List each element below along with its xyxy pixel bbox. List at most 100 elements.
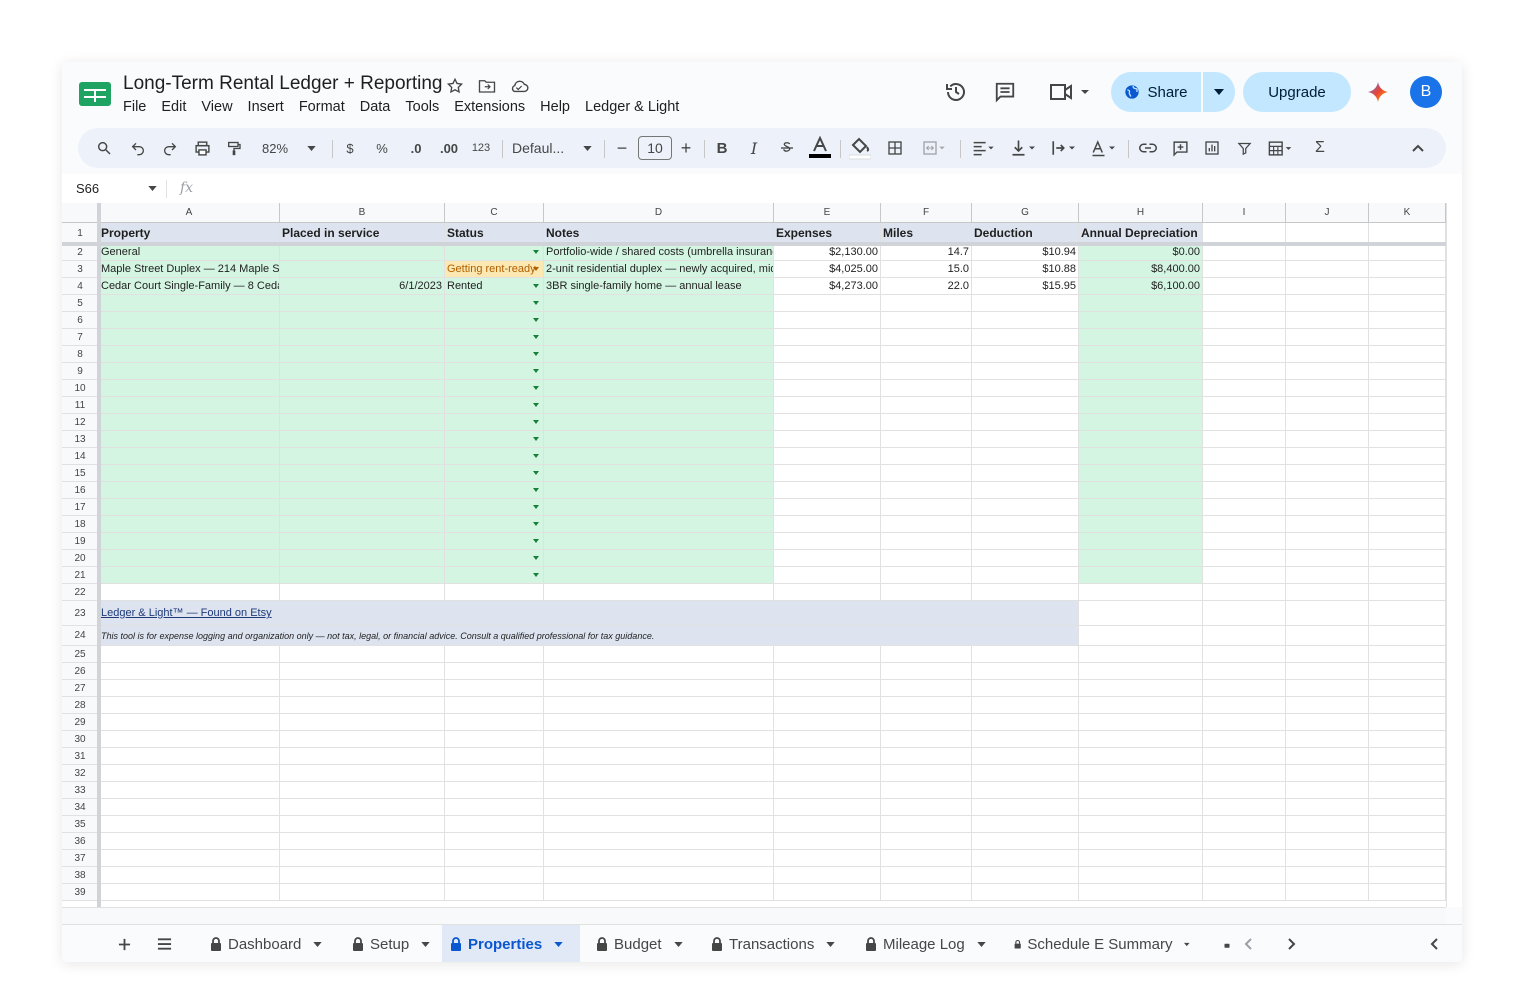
empty-cell[interactable]: [1369, 244, 1446, 261]
empty-cell[interactable]: [972, 850, 1079, 867]
row-header-15[interactable]: 15: [62, 465, 99, 482]
empty-cell[interactable]: [1203, 714, 1286, 731]
empty-cell[interactable]: [881, 748, 972, 765]
empty-cell[interactable]: [1079, 482, 1203, 499]
empty-cell[interactable]: [1286, 363, 1369, 380]
empty-cell[interactable]: [1369, 714, 1446, 731]
empty-cell[interactable]: [1369, 533, 1446, 550]
column-header-f[interactable]: F: [881, 203, 972, 223]
empty-cell[interactable]: [774, 799, 881, 816]
font-size-input[interactable]: 10: [638, 136, 672, 160]
empty-cell[interactable]: [1286, 799, 1369, 816]
sheet-tab-dashboard[interactable]: Dashboard: [202, 925, 328, 962]
empty-cell[interactable]: [445, 833, 544, 850]
empty-cell[interactable]: [881, 380, 972, 397]
menu-data[interactable]: Data: [360, 99, 391, 115]
status-dropdown-icon[interactable]: [533, 522, 539, 526]
add-sheet-icon[interactable]: [114, 925, 134, 962]
row-header-13[interactable]: 13: [62, 431, 99, 448]
share-button[interactable]: Share: [1111, 72, 1201, 112]
share-dropdown-button[interactable]: [1203, 72, 1235, 112]
empty-cell[interactable]: [881, 884, 972, 901]
empty-cell[interactable]: [445, 482, 544, 499]
tab-menu-caret-icon[interactable]: [977, 941, 986, 947]
empty-cell[interactable]: [881, 714, 972, 731]
empty-cell[interactable]: [881, 646, 972, 663]
empty-cell[interactable]: [544, 329, 774, 346]
font-select[interactable]: Defaul...: [512, 134, 576, 162]
spreadsheet-grid[interactable]: A B C D E F G H I J K 1 2 3 4 5 6 7 8 9 10 11 12 13 14 15 16 17 18 19…: [62, 203, 1446, 907]
status-dropdown-icon[interactable]: [533, 318, 539, 322]
empty-cell[interactable]: [972, 346, 1079, 363]
upgrade-button[interactable]: Upgrade: [1243, 72, 1351, 112]
empty-cell[interactable]: [972, 714, 1079, 731]
empty-cell[interactable]: [1203, 533, 1286, 550]
empty-cell[interactable]: [881, 397, 972, 414]
empty-cell[interactable]: [544, 550, 774, 567]
zoom-dropdown-icon[interactable]: [304, 134, 318, 162]
empty-cell[interactable]: [1369, 295, 1446, 312]
empty-cell[interactable]: [1286, 663, 1369, 680]
italic-button[interactable]: I: [744, 134, 764, 162]
empty-cell[interactable]: [881, 431, 972, 448]
empty-cell[interactable]: [445, 533, 544, 550]
empty-cell[interactable]: [1286, 680, 1369, 697]
empty-cell[interactable]: [544, 448, 774, 465]
explore-collapse-icon[interactable]: [1424, 925, 1444, 962]
empty-cell[interactable]: [881, 312, 972, 329]
empty-cell[interactable]: [1203, 482, 1286, 499]
empty-cell[interactable]: [544, 431, 774, 448]
data-cell-placed[interactable]: [280, 244, 445, 261]
empty-cell[interactable]: [972, 748, 1079, 765]
empty-cell[interactable]: [99, 884, 280, 901]
row-header-28[interactable]: 28: [62, 697, 99, 714]
empty-cell[interactable]: [972, 765, 1079, 782]
empty-cell[interactable]: [1286, 714, 1369, 731]
empty-cell[interactable]: [1079, 516, 1203, 533]
empty-cell[interactable]: [99, 584, 280, 601]
empty-cell[interactable]: [280, 884, 445, 901]
empty-cell[interactable]: [774, 833, 881, 850]
empty-cell[interactable]: [881, 329, 972, 346]
empty-cell[interactable]: [881, 550, 972, 567]
row-header-6[interactable]: 6: [62, 312, 99, 329]
empty-cell[interactable]: [972, 465, 1079, 482]
empty-cell[interactable]: [544, 782, 774, 799]
empty-cell[interactable]: [1079, 799, 1203, 816]
sheet-tab-schedule-e-summary[interactable]: Schedule E Summary: [1006, 925, 1190, 962]
empty-cell[interactable]: [1203, 833, 1286, 850]
empty-cell[interactable]: [99, 329, 280, 346]
empty-cell[interactable]: [280, 646, 445, 663]
row-header-24[interactable]: 24: [62, 626, 99, 646]
move-folder-icon[interactable]: [476, 76, 498, 96]
row-header-5[interactable]: 5: [62, 295, 99, 312]
row-header-25[interactable]: 25: [62, 646, 99, 663]
empty-cell[interactable]: [1203, 765, 1286, 782]
empty-cell[interactable]: [972, 680, 1079, 697]
fill-color-icon[interactable]: [848, 134, 872, 162]
empty-cell[interactable]: [99, 295, 280, 312]
empty-cell[interactable]: [1079, 397, 1203, 414]
gemini-sparkle-icon[interactable]: [1364, 78, 1392, 106]
empty-cell[interactable]: [280, 816, 445, 833]
empty-cell[interactable]: [1369, 329, 1446, 346]
empty-cell[interactable]: [1369, 448, 1446, 465]
empty-cell[interactable]: [972, 295, 1079, 312]
empty-cell[interactable]: [544, 295, 774, 312]
row-header-39[interactable]: 39: [62, 884, 99, 901]
empty-cell[interactable]: [1286, 295, 1369, 312]
empty-cell[interactable]: [881, 499, 972, 516]
data-cell-property[interactable]: Cedar Court Single-Family — 8 Cedar: [99, 278, 280, 295]
status-dropdown-icon[interactable]: [533, 369, 539, 373]
empty-cell[interactable]: [99, 680, 280, 697]
empty-cell[interactable]: [1203, 329, 1286, 346]
empty-cell[interactable]: [881, 765, 972, 782]
empty-cell[interactable]: [774, 680, 881, 697]
empty-cell[interactable]: [1286, 601, 1369, 626]
empty-cell[interactable]: [544, 697, 774, 714]
empty-cell[interactable]: [1203, 363, 1286, 380]
empty-cell[interactable]: [972, 799, 1079, 816]
empty-cell[interactable]: [1286, 414, 1369, 431]
empty-cell[interactable]: [881, 663, 972, 680]
empty-cell[interactable]: [1203, 782, 1286, 799]
